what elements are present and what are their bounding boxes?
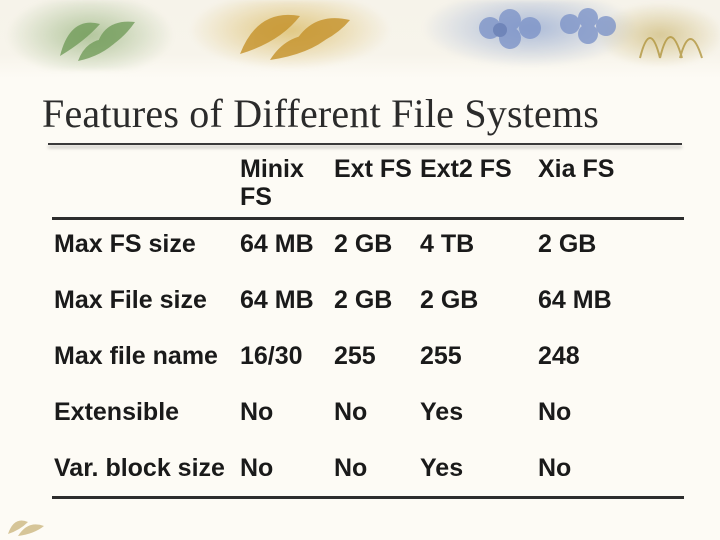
column-header [52,151,238,219]
cell: 64 MB [238,219,332,277]
table-row: Extensible No No Yes No [52,388,684,444]
leaf-icon [230,2,380,68]
cell: 2 GB [332,219,418,277]
column-header: Minix FS [238,151,332,219]
table-row: Max FS size 64 MB 2 GB 4 TB 2 GB [52,219,684,277]
cell: No [238,444,332,498]
cell: Yes [418,444,536,498]
cell: 64 MB [536,276,684,332]
cell: No [536,388,684,444]
wheat-icon [630,8,710,66]
cell: 255 [418,332,536,388]
cell: 248 [536,332,684,388]
comparison-table: Minix FS Ext FS Ext2 FS Xia FS Max FS si… [0,145,720,499]
cell: 4 TB [418,219,536,277]
table-row: Max File size 64 MB 2 GB 2 GB 64 MB [52,276,684,332]
cell: No [332,444,418,498]
row-label: Max file name [52,332,238,388]
row-label: Max FS size [52,219,238,277]
flower-icon [460,0,630,62]
cell: 2 GB [536,219,684,277]
cell: No [536,444,684,498]
table-header-row: Minix FS Ext FS Ext2 FS Xia FS [52,151,684,219]
corner-ornament-icon [4,496,56,538]
table-row: Max file name 16/30 255 255 248 [52,332,684,388]
cell: Yes [418,388,536,444]
cell: 255 [332,332,418,388]
column-header: Ext2 FS [418,151,536,219]
cell: 64 MB [238,276,332,332]
cell: No [332,388,418,444]
cell: No [238,388,332,444]
column-header: Ext FS [332,151,418,219]
cell: 2 GB [332,276,418,332]
row-label: Extensible [52,388,238,444]
leaf-icon [40,6,160,70]
column-header: Xia FS [536,151,684,219]
table-row: Var. block size No No Yes No [52,444,684,498]
cell: 16/30 [238,332,332,388]
row-label: Max File size [52,276,238,332]
decorative-banner [0,0,720,78]
cell: 2 GB [418,276,536,332]
row-label: Var. block size [52,444,238,498]
page-title: Features of Different File Systems [0,78,720,143]
